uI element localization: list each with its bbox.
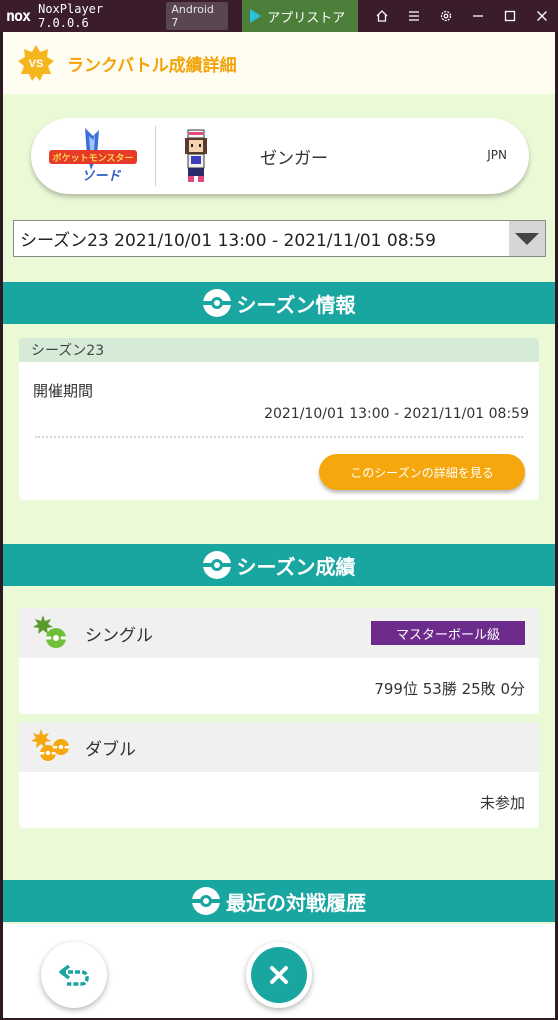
single-battle-card: シングル マスターボール級 799位 53勝 25敗 0分: [19, 608, 539, 714]
footer-nav: [3, 924, 555, 1018]
dotted-divider: [35, 436, 523, 438]
section-season-info-label: シーズン情報: [236, 292, 356, 317]
window-title: NoxPlayer 7.0.0.6: [38, 2, 104, 30]
maximize-icon[interactable]: [494, 0, 526, 32]
single-battle-title: シングル: [85, 625, 153, 646]
double-battle-record: 未参加: [479, 794, 525, 812]
season-select-value: シーズン23 2021/10/01 13:00 - 2021/11/01 08:…: [20, 231, 436, 251]
back-button[interactable]: [41, 942, 107, 1008]
double-battle-icon: [31, 727, 71, 767]
close-x-icon: [251, 947, 307, 1003]
section-season-results: シーズン成績: [3, 544, 555, 586]
double-battle-body: 未参加: [19, 772, 539, 828]
double-battle-header: ダブル: [19, 722, 539, 772]
chevron-down-icon: [515, 232, 539, 245]
pokeball-icon: [202, 551, 231, 579]
trainer-avatar: [176, 126, 216, 186]
player-name: ゼンガー: [260, 148, 328, 169]
pokeball-icon: [192, 887, 220, 915]
minimize-icon[interactable]: [462, 0, 494, 32]
page-title: ランクバトル成績詳細: [67, 55, 237, 76]
season-name: シーズン23: [19, 338, 539, 362]
home-icon[interactable]: [366, 0, 398, 32]
emulator-titlebar: nox NoxPlayer 7.0.0.6 Android 7 アプリストア: [0, 0, 558, 32]
single-battle-header: シングル マスターボール級: [19, 608, 539, 658]
single-battle-body: 799位 53勝 25敗 0分: [19, 658, 539, 714]
section-season-results-label: シーズン成績: [236, 554, 356, 579]
period-value: 2021/10/01 13:00 - 2021/11/01 08:59: [264, 406, 529, 422]
nox-logo: nox: [6, 7, 31, 25]
season-select[interactable]: シーズン23 2021/10/01 13:00 - 2021/11/01 08:…: [13, 220, 546, 257]
single-battle-icon: [31, 613, 71, 653]
single-battle-record: 799位 53勝 25敗 0分: [374, 680, 525, 698]
section-recent-battles: 最近の対戦履歴: [3, 880, 555, 922]
season-info-card: シーズン23 開催期間 2021/10/01 13:00 - 2021/11/0…: [19, 338, 539, 500]
section-season-info: シーズン情報: [3, 282, 555, 324]
page-header: VS ランクバトル成績詳細: [3, 32, 555, 94]
gear-icon[interactable]: [430, 0, 462, 32]
player-region: JPN: [487, 148, 507, 162]
select-dropdown-button[interactable]: [509, 221, 545, 256]
player-card: ポケットモンスター ソード ゼンガー JPN: [31, 118, 529, 194]
back-arrow-icon: [59, 964, 89, 986]
app-screen: VS ランクバトル成績詳細 ポケットモンスター ソード ゼンガー JPN シーズ…: [3, 32, 555, 1018]
svg-text:ソード: ソード: [81, 169, 121, 184]
appstore-label: アプリストア: [267, 10, 346, 26]
pokemon-sword-logo: ポケットモンスター ソード: [31, 125, 155, 187]
double-battle-card: ダブル 未参加: [19, 722, 539, 828]
svg-text:ポケットモンスター: ポケットモンスター: [53, 152, 134, 164]
close-icon[interactable]: [526, 0, 558, 32]
section-recent-battles-label: 最近の対戦履歴: [226, 890, 366, 915]
appstore-button[interactable]: アプリストア: [242, 0, 358, 32]
card-divider: [155, 126, 156, 186]
play-store-icon: [250, 9, 262, 23]
vs-badge-label: VS: [29, 58, 44, 70]
season-detail-button[interactable]: このシーズンの詳細を見る: [319, 454, 525, 490]
period-label: 開催期間: [33, 382, 94, 400]
android-version-badge: Android 7: [166, 2, 229, 30]
close-button[interactable]: [246, 942, 312, 1008]
menu-icon[interactable]: [398, 0, 430, 32]
pokeball-icon: [202, 289, 231, 317]
vs-badge-icon: VS: [17, 44, 55, 82]
rank-badge: マスターボール級: [371, 621, 525, 645]
double-battle-title: ダブル: [85, 739, 136, 760]
